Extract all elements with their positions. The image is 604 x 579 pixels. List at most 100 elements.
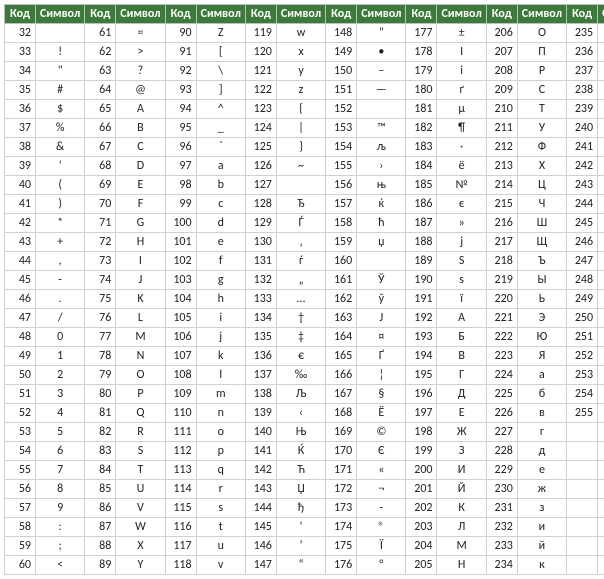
cell-symbol[interactable]: > — [116, 43, 165, 62]
cell-symbol[interactable]: ъ — [598, 309, 604, 328]
cell-code[interactable]: 75 — [85, 290, 116, 309]
cell-code[interactable]: 40 — [5, 176, 36, 195]
cell-symbol[interactable]: – — [357, 62, 406, 81]
cell-symbol[interactable]: Ь — [517, 290, 566, 309]
cell-symbol[interactable]: ? — [116, 62, 165, 81]
cell-code[interactable]: 92 — [165, 62, 196, 81]
cell-code[interactable]: 54 — [5, 442, 36, 461]
cell-code[interactable]: 194 — [406, 347, 437, 366]
cell-code[interactable]: 170 — [326, 442, 357, 461]
cell-symbol[interactable]: У — [517, 119, 566, 138]
cell-symbol[interactable]: W — [116, 518, 165, 537]
cell-symbol[interactable]: Ј — [357, 309, 406, 328]
cell-symbol[interactable]: н — [598, 62, 604, 81]
cell-code[interactable]: 169 — [326, 423, 357, 442]
cell-symbol[interactable]: « — [357, 461, 406, 480]
cell-code[interactable]: 244 — [567, 195, 598, 214]
cell-symbol[interactable]: ё — [437, 157, 486, 176]
cell-symbol[interactable]: _ — [196, 119, 245, 138]
cell-code[interactable]: 249 — [567, 290, 598, 309]
cell-code[interactable]: 72 — [85, 233, 116, 252]
cell-symbol[interactable]: Ї — [357, 537, 406, 556]
cell-symbol[interactable]: , — [36, 252, 85, 271]
cell-code[interactable]: 205 — [406, 556, 437, 575]
cell-code[interactable]: 49 — [5, 347, 36, 366]
cell-code[interactable]: 135 — [245, 328, 276, 347]
cell-symbol[interactable]: F — [116, 195, 165, 214]
cell-code[interactable]: 117 — [165, 537, 196, 556]
cell-code[interactable] — [567, 537, 598, 556]
cell-code[interactable]: 60 — [5, 556, 36, 575]
cell-symbol[interactable]: = — [116, 24, 165, 43]
cell-symbol[interactable]: \ — [196, 62, 245, 81]
cell-code[interactable]: 115 — [165, 499, 196, 518]
cell-symbol[interactable] — [36, 24, 85, 43]
cell-symbol[interactable]: I — [116, 252, 165, 271]
cell-code[interactable]: 206 — [486, 24, 517, 43]
cell-symbol[interactable]: ` — [196, 138, 245, 157]
cell-code[interactable]: 48 — [5, 328, 36, 347]
cell-code[interactable]: 134 — [245, 309, 276, 328]
cell-code[interactable]: 190 — [406, 271, 437, 290]
cell-symbol[interactable]: ц — [598, 233, 604, 252]
cell-symbol[interactable]: o — [196, 423, 245, 442]
cell-code[interactable]: 99 — [165, 195, 196, 214]
cell-symbol[interactable]: u — [196, 537, 245, 556]
cell-code[interactable]: 148 — [326, 24, 357, 43]
cell-symbol[interactable]: 6 — [36, 442, 85, 461]
cell-symbol[interactable]: R — [116, 423, 165, 442]
cell-symbol[interactable]: і — [437, 62, 486, 81]
cell-symbol[interactable]: 8 — [36, 480, 85, 499]
cell-code[interactable]: 160 — [326, 252, 357, 271]
cell-code[interactable]: 70 — [85, 195, 116, 214]
cell-symbol[interactable]: / — [36, 309, 85, 328]
cell-symbol[interactable]: X — [116, 537, 165, 556]
cell-symbol[interactable]: ш — [598, 271, 604, 290]
cell-code[interactable]: 230 — [486, 480, 517, 499]
cell-code[interactable]: 124 — [245, 119, 276, 138]
cell-code[interactable]: 109 — [165, 385, 196, 404]
cell-symbol[interactable]: Э — [517, 309, 566, 328]
cell-code[interactable]: 52 — [5, 404, 36, 423]
cell-symbol[interactable]: r — [196, 480, 245, 499]
cell-symbol[interactable]: З — [437, 442, 486, 461]
cell-code[interactable]: 76 — [85, 309, 116, 328]
cell-code[interactable]: 166 — [326, 366, 357, 385]
cell-code[interactable]: 91 — [165, 43, 196, 62]
cell-code[interactable]: 95 — [165, 119, 196, 138]
cell-symbol[interactable]: Н — [437, 556, 486, 575]
cell-symbol[interactable]: ы — [598, 328, 604, 347]
cell-symbol[interactable]: B — [116, 119, 165, 138]
cell-symbol[interactable]: { — [276, 100, 325, 119]
cell-code[interactable]: 123 — [245, 100, 276, 119]
cell-symbol[interactable]: E — [116, 176, 165, 195]
cell-code[interactable]: 43 — [5, 233, 36, 252]
cell-code[interactable]: 145 — [245, 518, 276, 537]
cell-symbol[interactable]: х — [598, 214, 604, 233]
cell-symbol[interactable]: M — [116, 328, 165, 347]
cell-code[interactable]: 85 — [85, 480, 116, 499]
cell-symbol[interactable]: ч — [598, 252, 604, 271]
cell-code[interactable]: 69 — [85, 176, 116, 195]
cell-code[interactable]: 141 — [245, 442, 276, 461]
cell-code[interactable]: 250 — [567, 309, 598, 328]
cell-symbol[interactable]: у — [598, 176, 604, 195]
cell-symbol[interactable]: * — [36, 214, 85, 233]
cell-symbol[interactable]: ) — [36, 195, 85, 214]
cell-symbol[interactable]: b — [196, 176, 245, 195]
cell-code[interactable]: 93 — [165, 81, 196, 100]
cell-code[interactable]: 151 — [326, 81, 357, 100]
cell-symbol[interactable]: с — [598, 138, 604, 157]
cell-code[interactable]: 120 — [245, 43, 276, 62]
cell-symbol[interactable]: о — [598, 81, 604, 100]
cell-symbol[interactable]: а — [517, 366, 566, 385]
cell-symbol[interactable]: 1 — [36, 347, 85, 366]
cell-symbol[interactable]: А — [437, 309, 486, 328]
cell-symbol[interactable]: Ґ — [357, 347, 406, 366]
cell-code[interactable]: 107 — [165, 347, 196, 366]
cell-symbol[interactable]: n — [196, 404, 245, 423]
cell-code[interactable]: 104 — [165, 290, 196, 309]
cell-symbol[interactable]: • — [357, 43, 406, 62]
cell-code[interactable]: 119 — [245, 24, 276, 43]
cell-code[interactable]: 179 — [406, 62, 437, 81]
